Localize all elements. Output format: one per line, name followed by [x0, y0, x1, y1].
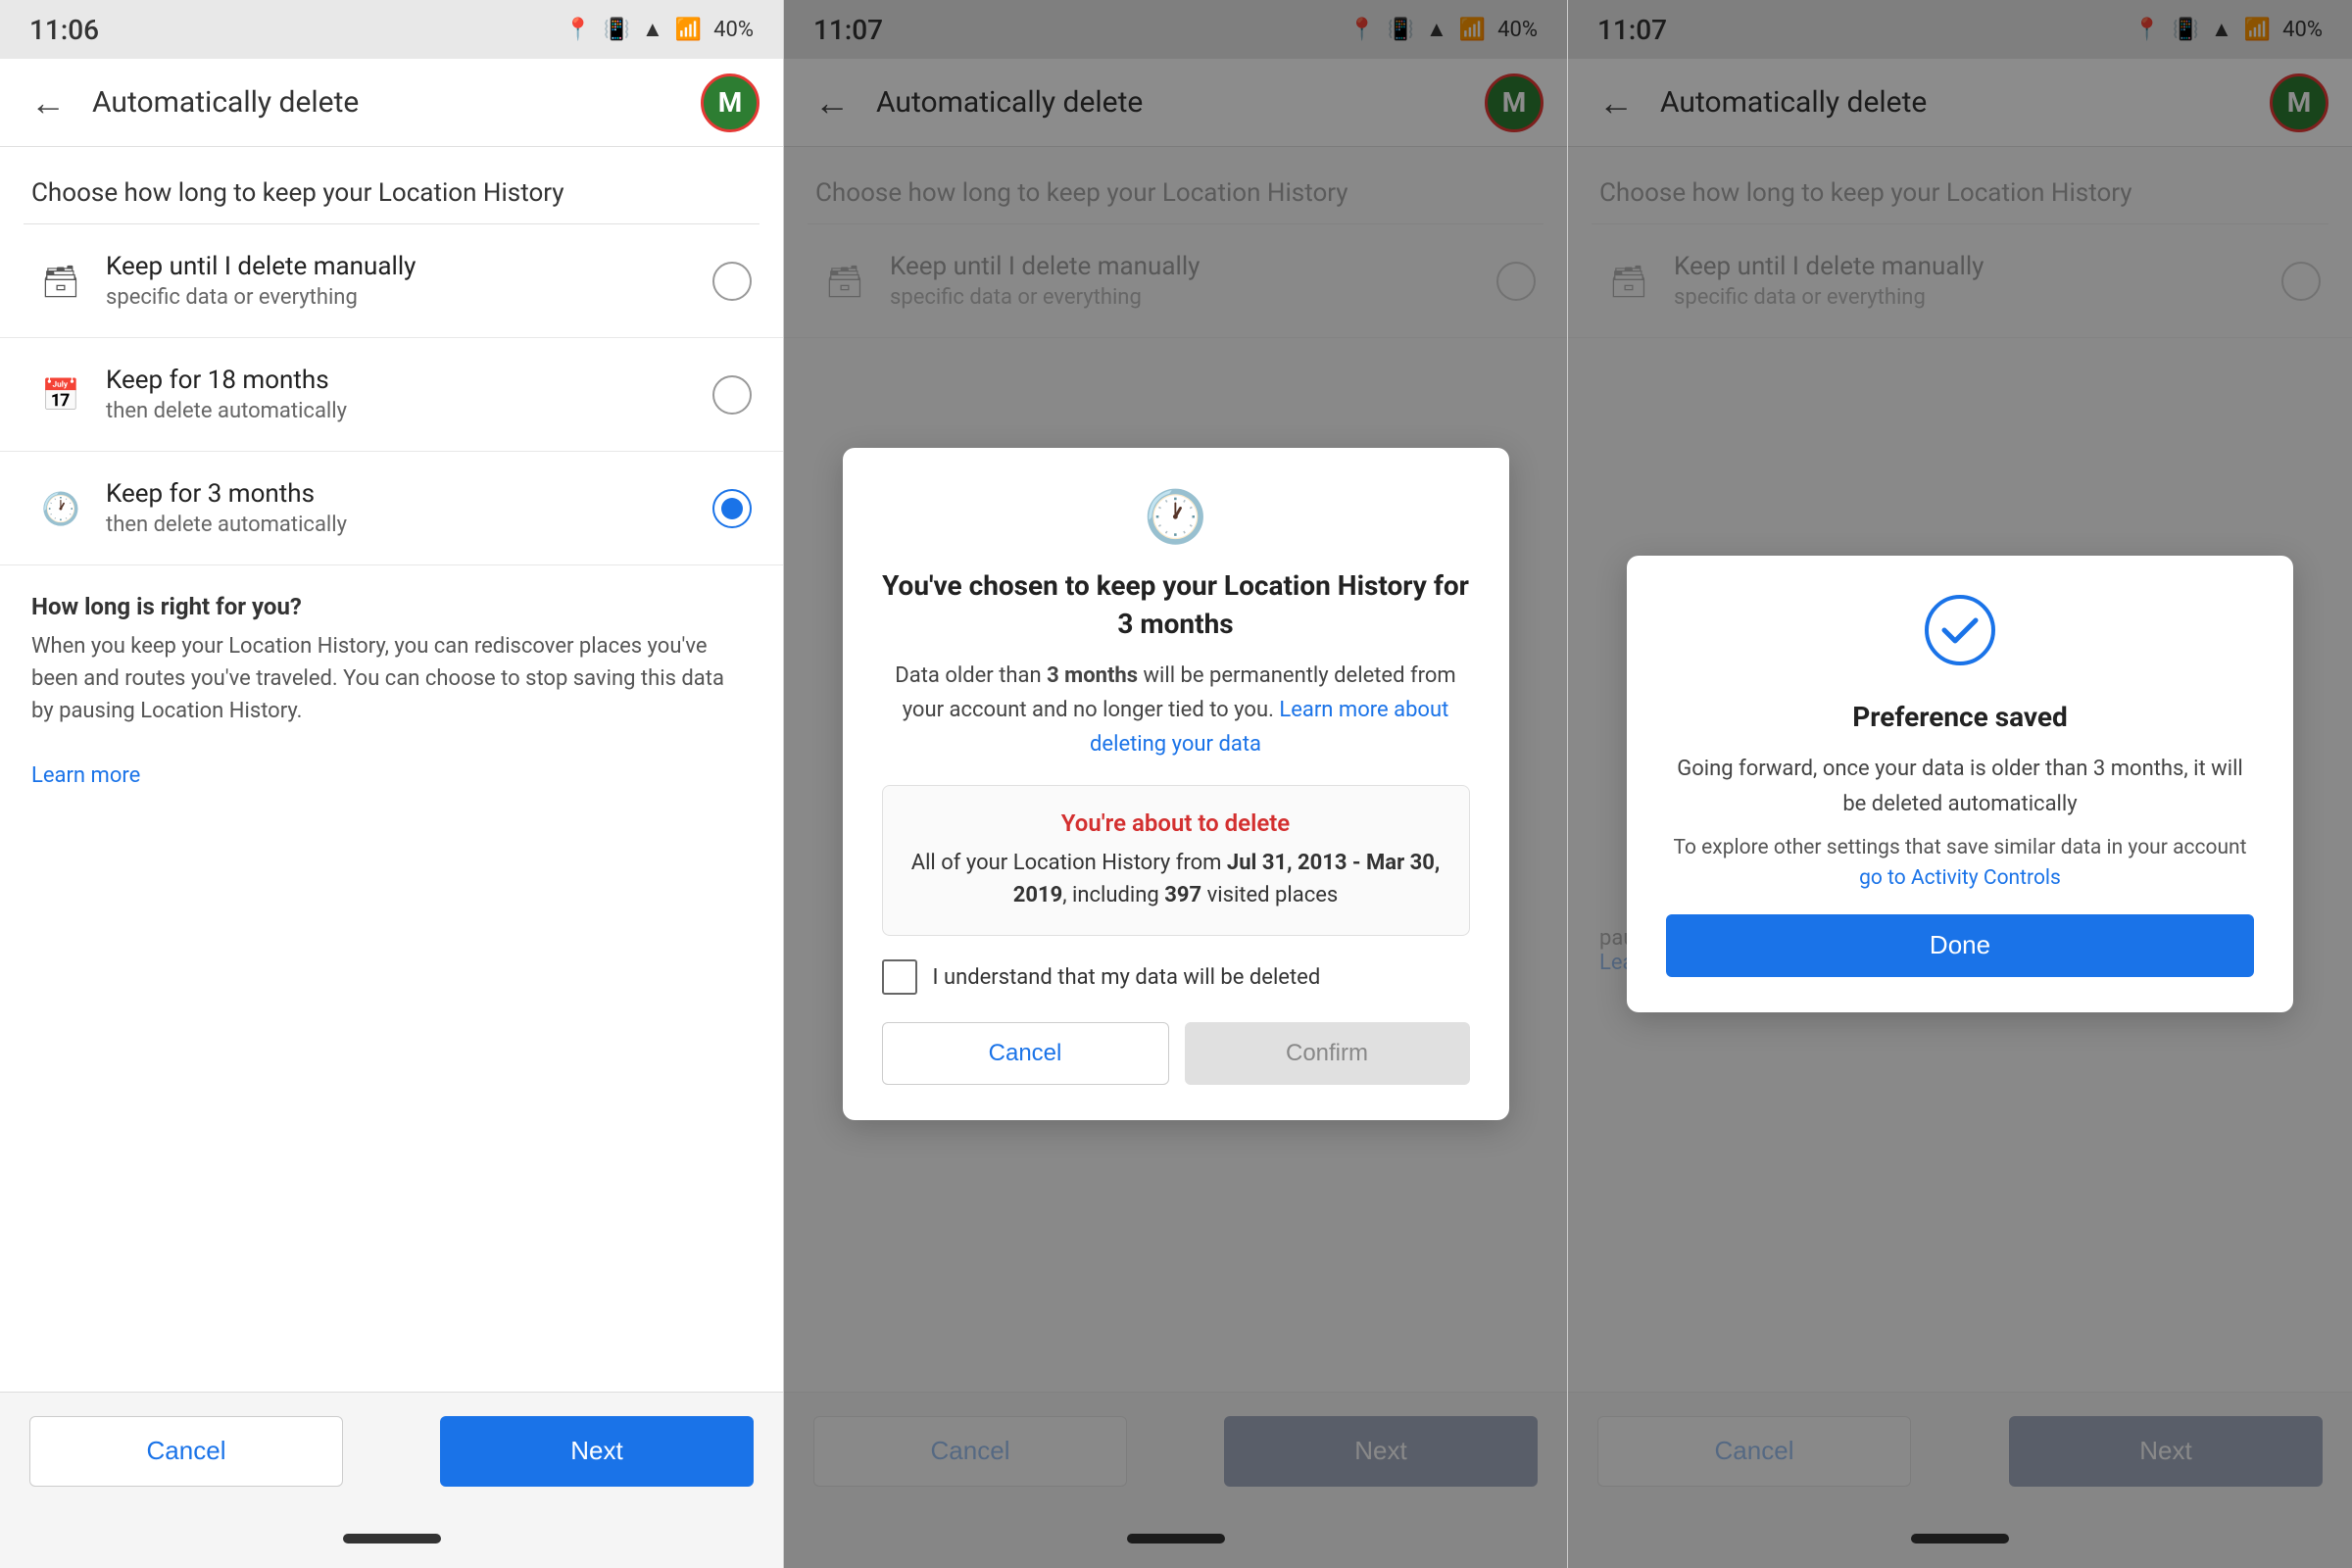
modal-body-confirm: Data older than 3 months will be permane…: [882, 659, 1470, 762]
checkmark-icon: [1666, 595, 2254, 678]
panel-3: 11:07 📍 📳 ▲ 📶 40% ← Automatically delete…: [1568, 0, 2352, 1568]
page-title-1: Automatically delete: [92, 85, 681, 120]
clock-icon-1: 🕐: [31, 490, 90, 527]
next-button-1[interactable]: Next: [440, 1416, 754, 1487]
calendar-icon: 📅: [31, 376, 90, 414]
main-content-1: Choose how long to keep your Location Hi…: [0, 147, 783, 1392]
nav-pill-1: [343, 1534, 441, 1544]
checkbox-label: I understand that my data will be delete…: [933, 965, 1321, 990]
delete-end: visited places: [1201, 883, 1338, 907]
option-title-3months: Keep for 3 months: [106, 479, 712, 509]
top-bar-1: ← Automatically delete M: [0, 59, 783, 147]
modal-sub-text: To explore other settings that save simi…: [1673, 836, 2246, 859]
section-title-1: Choose how long to keep your Location Hi…: [0, 147, 783, 223]
option-title-18months: Keep for 18 months: [106, 366, 712, 395]
option-title-manual: Keep until I delete manually: [106, 252, 712, 281]
delete-prefix: All of your Location History from: [911, 851, 1227, 875]
location-icon: 📍: [564, 18, 591, 42]
briefcase-icon: 🗃: [31, 263, 90, 300]
modal-confirm-button: Confirm: [1185, 1022, 1470, 1085]
info-title-1: How long is right for you?: [31, 593, 752, 620]
modal-saved: Preference saved Going forward, once you…: [1627, 556, 2293, 1012]
modal-overlay-2: 🕐 You've chosen to keep your Location Hi…: [784, 0, 1567, 1568]
panel-2: 11:07 📍 📳 ▲ 📶 40% ← Automatically delete…: [784, 0, 1568, 1568]
modal-overlay-3: Preference saved Going forward, once you…: [1568, 0, 2352, 1568]
body-prefix: Data older than: [895, 663, 1047, 688]
info-section-1: How long is right for you? When you keep…: [0, 565, 783, 819]
info-text-1: When you keep your Location History, you…: [31, 630, 752, 792]
delete-box: You're about to delete All of your Locat…: [882, 785, 1470, 936]
nav-bar-1: [0, 1509, 783, 1568]
delete-box-text: All of your Location History from Jul 31…: [910, 847, 1442, 911]
panel-1: 11:06 📍 📳 ▲ 📶 40% ← Automatically delete…: [0, 0, 784, 1568]
delete-count: 397: [1164, 883, 1201, 907]
vibrate-icon: 📳: [604, 18, 630, 42]
signal-icon: 📶: [675, 18, 702, 42]
delete-box-title: You're about to delete: [910, 809, 1442, 837]
bottom-bar-1: Cancel Next: [0, 1392, 783, 1509]
info-body-1: When you keep your Location History, you…: [31, 634, 724, 723]
modal-title-confirm: You've chosen to keep your Location Hist…: [882, 566, 1470, 643]
radio-18months[interactable]: [712, 375, 752, 415]
modal-confirm: 🕐 You've chosen to keep your Location Hi…: [843, 448, 1509, 1121]
understand-checkbox[interactable]: [882, 959, 917, 995]
wifi-icon: ▲: [642, 17, 663, 42]
option-subtitle-18months: then delete automatically: [106, 399, 712, 423]
radio-manual[interactable]: [712, 262, 752, 301]
modal-cancel-button[interactable]: Cancel: [882, 1022, 1169, 1085]
modal-body-saved: Going forward, once your data is older t…: [1666, 752, 2254, 820]
modal-title-saved: Preference saved: [1666, 698, 2254, 736]
modal-clock-icon: 🕐: [882, 487, 1470, 547]
learn-more-link-1[interactable]: Learn more: [31, 763, 140, 788]
delete-mid: , including: [1062, 883, 1164, 907]
avatar-1[interactable]: M: [701, 74, 760, 132]
back-button-1[interactable]: ←: [24, 82, 73, 123]
radio-3months[interactable]: [712, 489, 752, 528]
bold-3months: 3 months: [1047, 663, 1138, 688]
radio-inner-3months: [721, 498, 743, 519]
activity-controls-link[interactable]: go to Activity Controls: [1859, 866, 2061, 890]
option-subtitle-3months: then delete automatically: [106, 513, 712, 537]
option-row-manual[interactable]: 🗃 Keep until I delete manually specific …: [0, 224, 783, 338]
status-bar-1: 11:06 📍 📳 ▲ 📶 40%: [0, 0, 783, 59]
option-subtitle-manual: specific data or everything: [106, 285, 712, 310]
cancel-button-1[interactable]: Cancel: [29, 1416, 343, 1487]
option-row-18months[interactable]: 📅 Keep for 18 months then delete automat…: [0, 338, 783, 452]
battery-label-1: 40%: [713, 18, 754, 42]
checkbox-row: I understand that my data will be delete…: [882, 959, 1470, 995]
status-time-1: 11:06: [29, 14, 99, 46]
option-row-3months[interactable]: 🕐 Keep for 3 months then delete automati…: [0, 452, 783, 565]
modal-buttons: Cancel Confirm: [882, 1022, 1470, 1085]
done-button[interactable]: Done: [1666, 914, 2254, 977]
status-icons-1: 📍 📳 ▲ 📶 40%: [564, 17, 754, 42]
modal-sub-saved: To explore other settings that save simi…: [1666, 833, 2254, 895]
